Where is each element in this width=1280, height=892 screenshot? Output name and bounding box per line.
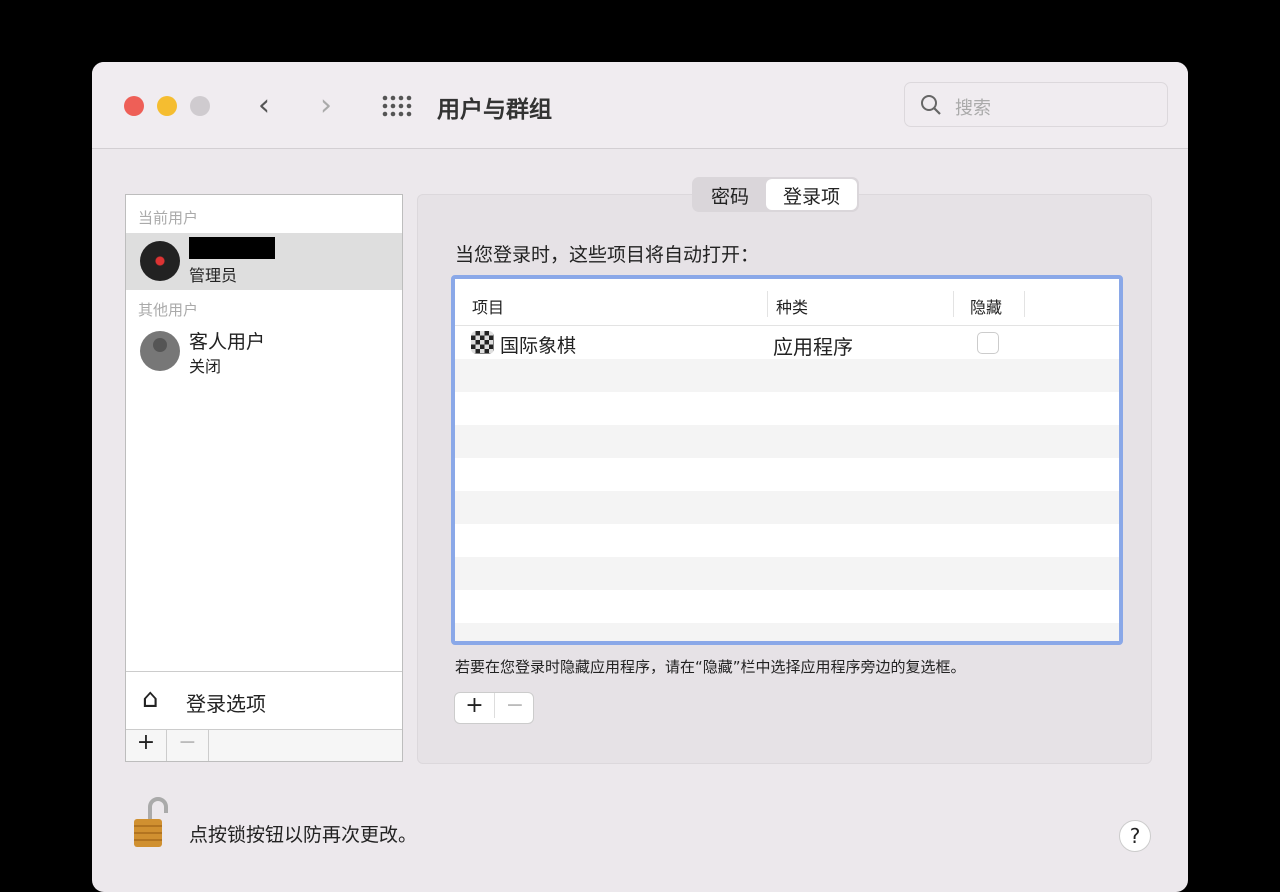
forward-chevron-icon[interactable]: ›: [320, 88, 332, 123]
tab-bar: 密码 登录项: [692, 177, 860, 212]
current-user-item[interactable]: 管理员: [126, 233, 402, 290]
guest-user-item[interactable]: 客人用户 关闭: [126, 323, 402, 380]
grid-icon[interactable]: [382, 95, 412, 117]
item-name: 国际象棋: [500, 335, 577, 357]
login-items-table: 项目 种类 隐藏 国际象棋 应用程序: [451, 275, 1123, 645]
add-user-button[interactable]: +: [126, 730, 167, 761]
guest-avatar-icon: [140, 331, 180, 371]
login-options-label: 登录选项: [186, 692, 266, 716]
help-button[interactable]: ?: [1119, 820, 1151, 852]
zoom-button[interactable]: [190, 96, 210, 116]
tab-login-items[interactable]: 登录项: [766, 179, 858, 210]
hide-hint: 若要在您登录时隐藏应用程序，请在“隐藏”栏中选择应用程序旁边的复选框。: [455, 658, 966, 676]
column-item[interactable]: 项目: [472, 294, 504, 318]
guest-name: 客人用户: [189, 331, 266, 353]
titlebar: ‹ › 用户与群组 搜索: [92, 62, 1188, 149]
avatar: [140, 241, 180, 281]
search-placeholder: 搜索: [955, 98, 991, 119]
users-groups-window: ‹ › 用户与群组 搜索 当前用户 管理员 其他用户 客人用户 关闭 ⌂ 登录选…: [92, 62, 1188, 892]
table-header: 项目 种类 隐藏: [455, 279, 1119, 326]
remove-login-item-button[interactable]: −: [495, 693, 535, 718]
window-title: 用户与群组: [437, 97, 552, 123]
column-kind[interactable]: 种类: [767, 291, 808, 317]
guest-status: 关闭: [189, 357, 222, 376]
user-list: 当前用户 管理员 其他用户 客人用户 关闭 ⌂ 登录选项 + −: [125, 194, 403, 762]
chess-app-icon: [471, 331, 494, 354]
current-users-header: 当前用户: [138, 209, 199, 227]
minimize-button[interactable]: [157, 96, 177, 116]
hide-checkbox[interactable]: [977, 332, 999, 354]
search-input[interactable]: 搜索: [904, 82, 1168, 127]
back-chevron-icon[interactable]: ‹: [258, 88, 270, 123]
tab-password[interactable]: 密码: [694, 179, 766, 210]
remove-user-button[interactable]: −: [167, 730, 209, 761]
redacted-username: [189, 237, 275, 259]
unlocked-padlock-icon[interactable]: [132, 797, 172, 849]
search-icon: [921, 95, 941, 115]
table-row[interactable]: 国际象棋 应用程序: [455, 326, 1119, 359]
house-icon: ⌂: [142, 684, 159, 714]
table-body: 国际象棋 应用程序: [455, 326, 1119, 641]
add-login-item-button[interactable]: +: [455, 693, 495, 718]
user-role: 管理员: [189, 266, 238, 285]
item-kind: 应用程序: [773, 335, 853, 359]
column-hidden[interactable]: 隐藏: [953, 291, 1025, 317]
close-button[interactable]: [124, 96, 144, 116]
login-options-item[interactable]: ⌂ 登录选项: [126, 671, 402, 729]
other-users-header: 其他用户: [138, 301, 199, 319]
lock-message: 点按锁按钮以防再次更改。: [189, 824, 418, 846]
login-items-heading: 当您登录时，这些项目将自动打开：: [455, 244, 760, 266]
